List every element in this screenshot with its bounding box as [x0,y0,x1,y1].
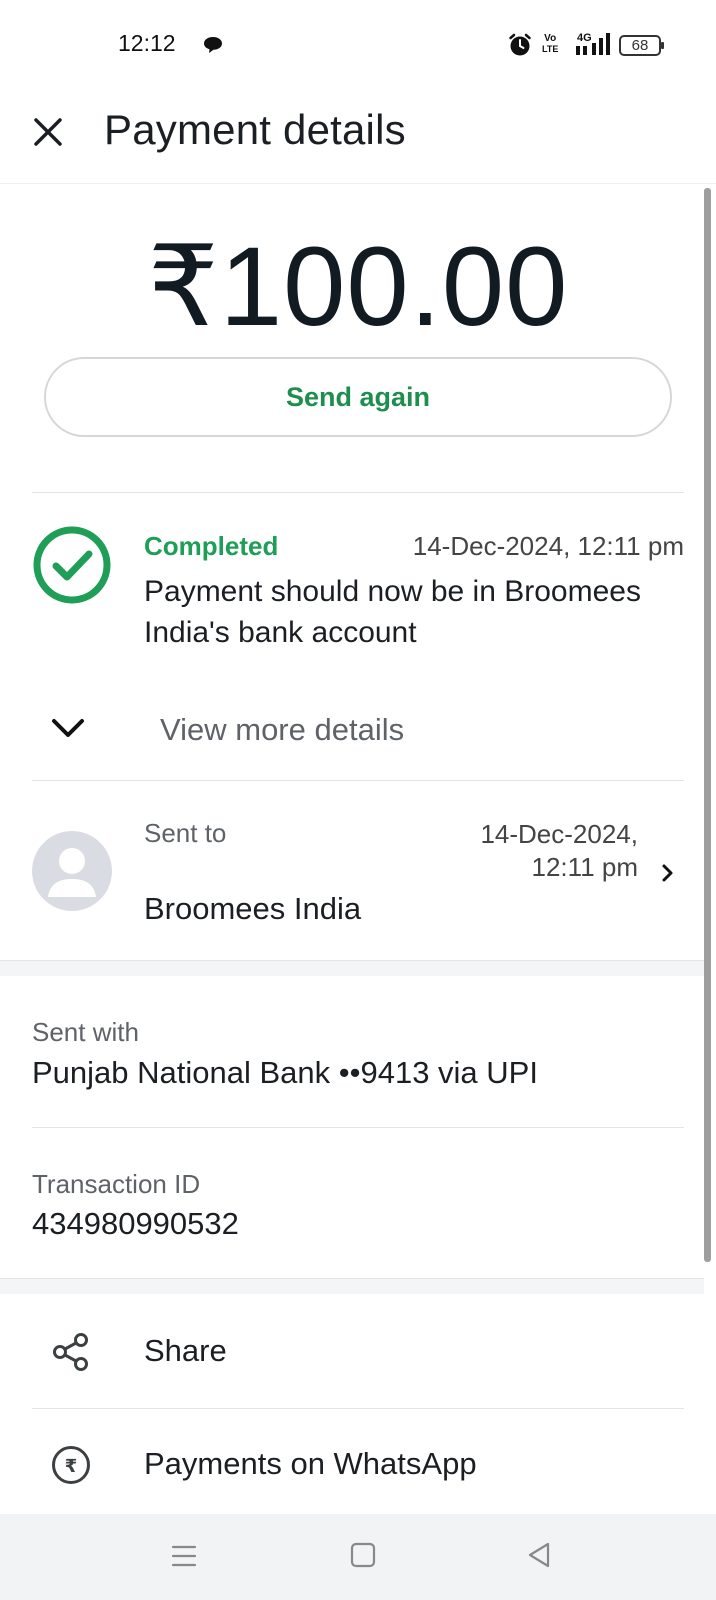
recipient-row[interactable]: Sent to 14-Dec-2024, 12:11 pm Broomees I… [0,786,716,956]
volte-icon: Vo LTE [542,33,559,54]
share-row[interactable]: Share [0,1297,704,1407]
transaction-id-label: Transaction ID [32,1169,201,1199]
app-header: Payment details [0,90,716,184]
payment-amount: ₹100.00 [147,224,569,349]
divider [32,492,684,493]
chevron-right-icon [662,864,673,882]
home-icon[interactable] [350,1542,376,1568]
sent-with-value: Punjab National Bank ••9413 via UPI [32,1055,538,1090]
share-icon [53,1333,88,1371]
chevron-down-icon [52,719,84,737]
person-icon [48,848,96,897]
svg-text:4G: 4G [577,32,592,44]
divider [32,780,684,781]
signal-4g-icon: 4G [576,32,610,55]
close-icon[interactable] [24,108,72,156]
view-more-label: View more details [160,712,405,747]
status-time: 12:12 [118,30,176,56]
status-message: Payment should now be in Broomees India'… [144,575,641,649]
page-title: Payment details [104,106,406,153]
view-more-details-button[interactable]: View more details [32,700,684,764]
share-label: Share [144,1333,227,1368]
sent-to-datetime: 14-Dec-2024, 12:11 pm [480,819,638,882]
svg-text:₹: ₹ [65,1456,78,1477]
chat-bubble-icon [204,37,222,53]
section-separator [0,1278,704,1294]
menu-icon[interactable] [170,1542,198,1570]
divider [32,1408,684,1409]
divider [32,1127,684,1128]
recipient-name: Broomees India [144,891,362,926]
status-bar: 12:12 Vo LTE 4G 68 [0,0,716,90]
sent-to-label: Sent to [144,818,227,848]
status-datetime: 14-Dec-2024, 12:11 pm [412,531,684,561]
section-separator [0,960,704,976]
back-icon[interactable] [525,1541,553,1569]
payments-on-whatsapp-row[interactable]: ₹ Payments on WhatsApp [0,1410,704,1520]
check-circle-icon [33,526,111,604]
transaction-id-value: 434980990532 [32,1206,239,1241]
navigation-bar [0,1514,716,1600]
status-badge: Completed [144,531,279,561]
rupee-circle-icon: ₹ [52,1446,90,1484]
battery-level: 68 [631,37,649,54]
alarm-icon [509,33,531,56]
send-again-button[interactable]: Send again [44,357,672,437]
avatar [32,831,112,911]
sent-with-label: Sent with [32,1017,139,1047]
payments-on-whatsapp-label: Payments on WhatsApp [144,1446,477,1481]
